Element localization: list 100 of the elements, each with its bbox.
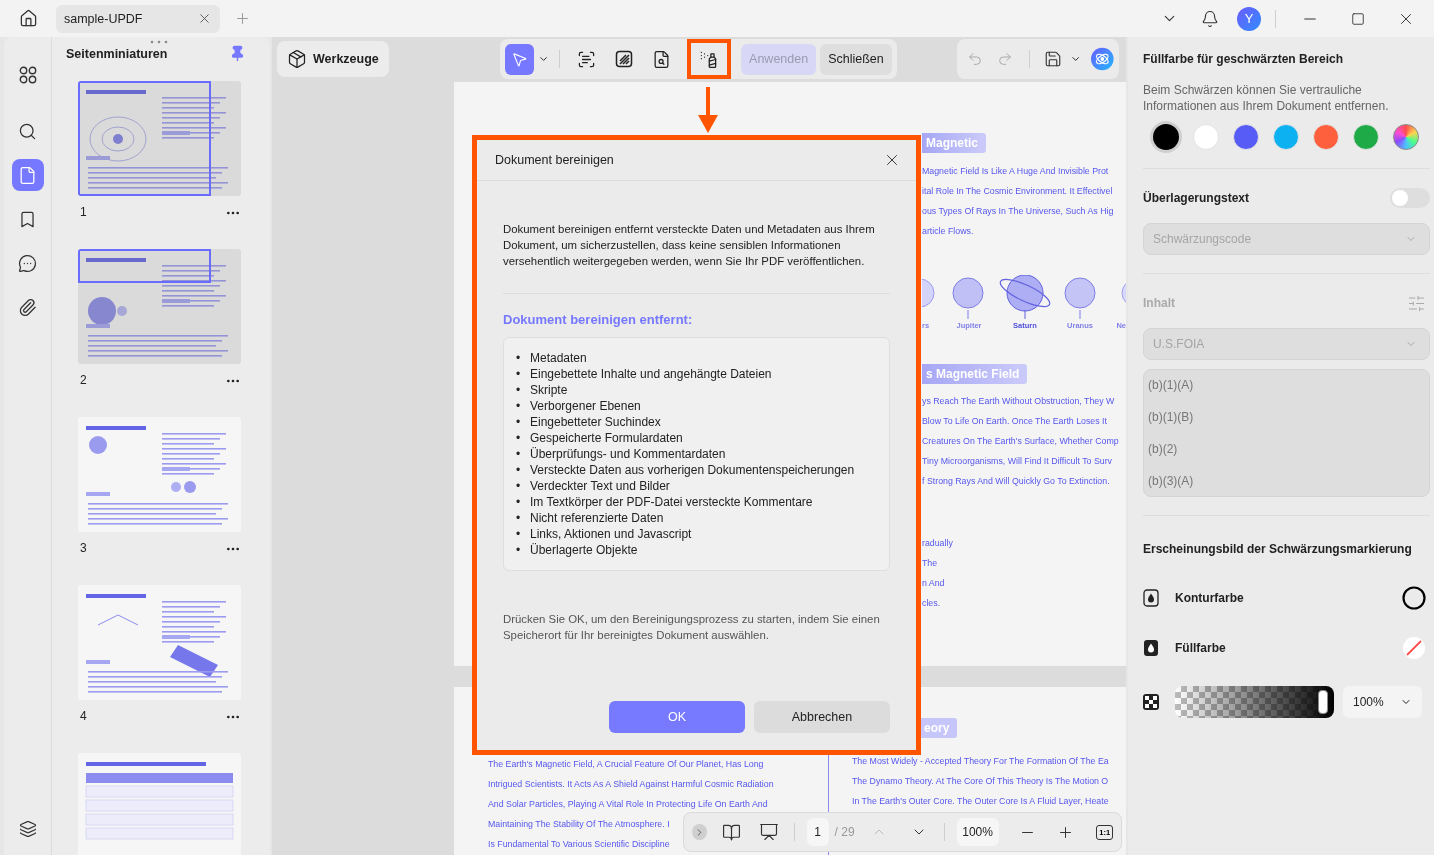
bullet: •: [516, 366, 522, 382]
section-title: Erscheinungsbild der Schwärzungsmarkierung: [1143, 542, 1413, 556]
color-swatch[interactable]: [1313, 124, 1339, 150]
body-text: Tiny Microorganisms, Will Find It Difficult To Surv: [922, 455, 1112, 468]
body-text: The Most Widely - Accepted Theory For The Formation Of The Ea: [852, 755, 1109, 768]
body-text: Intrigued Scientists. It Acts As A Shield Against Harmful Cosmic Radiation: [488, 778, 774, 791]
tools-button[interactable]: Werkzeuge: [277, 41, 389, 77]
bullet: •: [516, 478, 522, 494]
section-heading: eory: [920, 718, 958, 738]
document-tab[interactable]: sample-UPDF: [56, 4, 220, 33]
presentation-icon[interactable]: [758, 822, 779, 842]
slider-thumb[interactable]: [1318, 690, 1328, 714]
body-text: ital Role In The Cosmic Environment. It Effectivel: [922, 185, 1113, 198]
no-fill-swatch[interactable]: [1402, 636, 1426, 660]
section-heading: s Magnetic Field: [922, 364, 1028, 384]
bookmark-icon[interactable]: [18, 209, 37, 229]
color-swatch[interactable]: [1233, 124, 1259, 150]
grid-icon[interactable]: [18, 66, 37, 84]
bullet: •: [516, 494, 522, 510]
layers-icon[interactable]: [18, 820, 37, 838]
body-text: Is Fundamental To Various Scientific Discipline: [488, 838, 670, 851]
cancel-button[interactable]: Abbrechen: [754, 701, 890, 733]
spray-can-icon: [699, 49, 719, 69]
body-text: In The Earth's Outer Core. The Outer Core Is A Fluid Layer, Heate: [852, 795, 1109, 808]
body-text: Magnetic Field Is Like A Huge And Invisible Prot: [922, 165, 1109, 178]
bullet: •: [516, 414, 522, 430]
color-swatch[interactable]: [1273, 124, 1299, 150]
page-icon[interactable]: [18, 165, 37, 185]
bullet: •: [516, 430, 522, 446]
list-item: Verborgener Ebenen: [530, 398, 641, 414]
body-text: n And: [922, 577, 945, 590]
user-avatar[interactable]: Y: [1237, 6, 1261, 31]
list-heading: Dokument bereinigen entfernt:: [503, 312, 694, 327]
color-swatch[interactable]: [1193, 124, 1219, 150]
dialog-note: Drücken Sie OK, um den Bereinigungsprozess zu starten, indem Sie einen Speicherort für Ihr bereinigtes Dokument auswählen.: [503, 612, 881, 643]
close-button[interactable]: Schließen: [820, 43, 892, 75]
ok-button[interactable]: OK: [609, 701, 745, 733]
zoom-field[interactable]: 100%: [956, 818, 999, 846]
page-number: 1: [80, 205, 87, 219]
list-item: Nicht referenzierte Daten: [530, 510, 664, 526]
list-item: Versteckte Daten aus vorherigen Dokumentenspeicherungen: [530, 462, 855, 478]
bullet: •: [516, 398, 522, 414]
bell-icon[interactable]: [1201, 9, 1219, 28]
sidebar-title: Seitenminiaturen: [66, 46, 168, 61]
search-icon[interactable]: [18, 121, 37, 141]
dialog-title: Dokument bereinigen: [495, 153, 614, 167]
body-text: Blow To Life On Earth. Once The Earth Loses It: [922, 415, 1107, 428]
list-item: Eingebettete Inhalte und angehängte Dateien: [530, 366, 772, 382]
page-total: / 29: [834, 825, 855, 839]
fill-color-label: Füllfarbe: [1175, 641, 1227, 655]
tab-title: sample-UPDF: [64, 11, 143, 26]
list-item: Gespeicherte Formulardaten: [530, 430, 683, 446]
list-item: Skripte: [530, 382, 568, 398]
body-text: The Earth's Magnetic Field, A Crucial Feature Of Our Planet, Has Long: [488, 758, 764, 771]
pointer-icon: [510, 50, 528, 68]
page-number: 3: [80, 541, 87, 555]
pin-icon[interactable]: [229, 45, 246, 62]
color-swatch[interactable]: [1153, 124, 1179, 150]
bullet: •: [516, 526, 522, 542]
body-text: ous Types Of Rays In The Universe, Such As Hig: [922, 205, 1114, 218]
viewport-frame[interactable]: [78, 249, 211, 283]
droplet-icon: [1143, 589, 1159, 607]
page-field[interactable]: 1: [806, 818, 829, 846]
color-swatch[interactable]: [1353, 124, 1379, 150]
opacity-select[interactable]: 100%: [1343, 686, 1422, 718]
select-tool[interactable]: [504, 43, 534, 75]
maximize-icon[interactable]: [1351, 11, 1365, 26]
save-icon[interactable]: [1043, 50, 1062, 68]
paperclip-icon[interactable]: [18, 297, 37, 317]
body-text: Maintaining The Stability Of The Atmosphere. I: [488, 818, 670, 831]
color-wheel-swatch[interactable]: [1393, 124, 1419, 150]
content-label: Inhalt: [1143, 296, 1175, 310]
book-icon[interactable]: [721, 822, 741, 842]
overlay-toggle[interactable]: [1390, 188, 1430, 208]
dialog-description: Dokument bereinigen entfernt versteckte Daten und Metadaten aus Ihrem Dokument, um sicherzustellen, dass keine sensiblen Informationen versehentlich weitergegeben werden, wenn Sie Ihr PDF veröffentlichen.: [503, 222, 876, 269]
page-number: 4: [80, 709, 87, 723]
checkerboard-icon: [1143, 694, 1159, 710]
body-text: The Dynamo Theory. At The Core Of This Theory Is The Motion O: [852, 775, 1109, 788]
droplet-icon: [1143, 639, 1159, 657]
comment-icon[interactable]: [18, 253, 37, 273]
box-icon: [287, 49, 307, 69]
list-item: Eingebetteter Suchindex: [530, 414, 661, 430]
overlay-text-label: Überlagerungstext: [1143, 191, 1250, 205]
drag-handle-icon[interactable]: [150, 40, 168, 44]
list-item: Überlagerte Objekte: [530, 542, 638, 558]
list-item: Im Textkörper der PDF-Datei versteckte Kommentare: [530, 494, 813, 510]
close-tab-icon[interactable]: [197, 11, 212, 26]
section-heading: Magnetic: [922, 133, 986, 153]
assistant-icon[interactable]: [1091, 47, 1114, 71]
spray-can-tool[interactable]: [686, 39, 732, 79]
opacity-slider[interactable]: [1175, 686, 1334, 718]
body-text: article Flows.: [922, 225, 974, 238]
outline-color-swatch[interactable]: [1402, 586, 1426, 610]
body-text: ys Reach The Earth Without Obstruction, They W: [922, 395, 1115, 408]
page-tab[interactable]: [11, 159, 44, 191]
bullet: •: [516, 446, 522, 462]
viewport-frame[interactable]: [78, 81, 211, 196]
home-icon[interactable]: [18, 9, 38, 28]
body-text: The: [922, 557, 938, 570]
bullet: •: [516, 382, 522, 398]
